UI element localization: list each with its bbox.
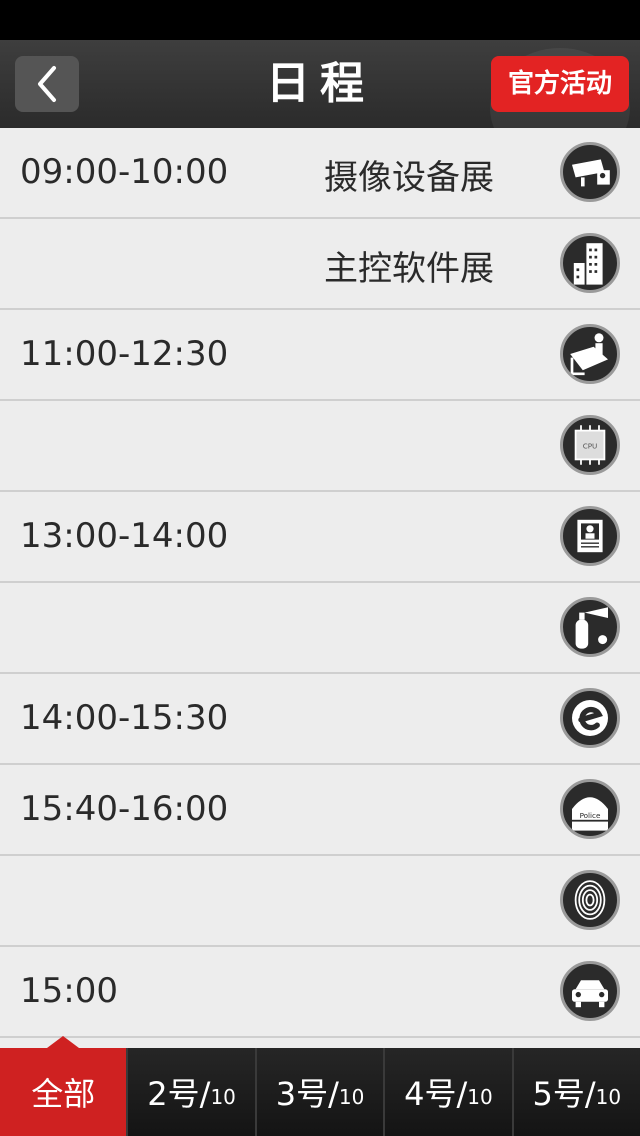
day-tab-bar: 全部 2号/ 10 3号/ 10 4号/ 10 5号/ 10	[0, 1036, 640, 1136]
time-range: 09:00-10:00	[20, 152, 229, 192]
tab-label: 2号/	[147, 1075, 211, 1113]
schedule-row[interactable]	[0, 583, 640, 674]
schedule-row[interactable]: 15:00	[0, 947, 640, 1038]
security-camera-icon	[560, 142, 620, 202]
tab-day-4[interactable]: 4号/ 10	[385, 1048, 514, 1136]
time-range: 11:00-12:30	[20, 334, 229, 374]
tab-total: 10	[595, 1085, 622, 1109]
presenter-desk-icon	[560, 324, 620, 384]
tab-total: 10	[338, 1085, 365, 1109]
tab-label: 5号/	[532, 1075, 596, 1113]
schedule-row[interactable]	[0, 856, 640, 947]
schedule-row[interactable]: 14:00-15:30	[0, 674, 640, 765]
cpu-chip-icon: CPU	[560, 415, 620, 475]
time-range: 13:00-14:00	[20, 516, 229, 556]
schedule-row[interactable]: 09:00-10:00 摄像设备展	[0, 128, 640, 219]
police-cap-icon: Police	[560, 779, 620, 839]
car-icon	[560, 961, 620, 1021]
fire-extinguisher-icon	[560, 597, 620, 657]
status-bar	[0, 0, 640, 40]
svg-text:Police: Police	[580, 811, 601, 820]
time-range: 15:00	[20, 971, 118, 1011]
tab-day-3[interactable]: 3号/ 10	[256, 1048, 386, 1136]
time-range: 14:00-15:30	[20, 698, 229, 738]
navigation-bar: 日程 官方活动	[0, 40, 640, 128]
schedule-list: 09:00-10:00 摄像设备展 主控软件展 11:00-12:30 CPU …	[0, 128, 640, 1048]
e-logo-icon	[560, 688, 620, 748]
schedule-row[interactable]: 13:00-14:00	[0, 492, 640, 583]
schedule-row[interactable]: CPU	[0, 401, 640, 492]
tab-label: 全部	[31, 1075, 96, 1113]
schedule-row[interactable]: 11:00-12:30	[0, 310, 640, 401]
event-title: 主控软件展	[324, 249, 494, 289]
tab-day-2[interactable]: 2号/ 10	[128, 1048, 257, 1136]
tab-label: 4号/	[404, 1075, 468, 1113]
tab-total: 10	[467, 1085, 493, 1109]
schedule-row[interactable]: 15:40-16:00 Police	[0, 765, 640, 856]
svg-text:CPU: CPU	[583, 442, 598, 451]
back-button[interactable]	[15, 56, 79, 112]
tab-day-5[interactable]: 5号/ 10	[513, 1048, 640, 1136]
tab-total: 10	[210, 1085, 236, 1109]
buildings-icon	[560, 233, 620, 293]
schedule-row[interactable]: 主控软件展	[0, 219, 640, 310]
fingerprint-icon	[560, 870, 620, 930]
time-range: 15:40-16:00	[20, 789, 229, 829]
chevron-left-icon	[38, 66, 56, 102]
tab-all[interactable]: 全部	[0, 1036, 129, 1136]
tab-label: 3号/	[275, 1075, 339, 1113]
official-events-button[interactable]: 官方活动	[491, 56, 629, 112]
event-title: 摄像设备展	[324, 158, 494, 198]
id-badge-icon	[560, 506, 620, 566]
